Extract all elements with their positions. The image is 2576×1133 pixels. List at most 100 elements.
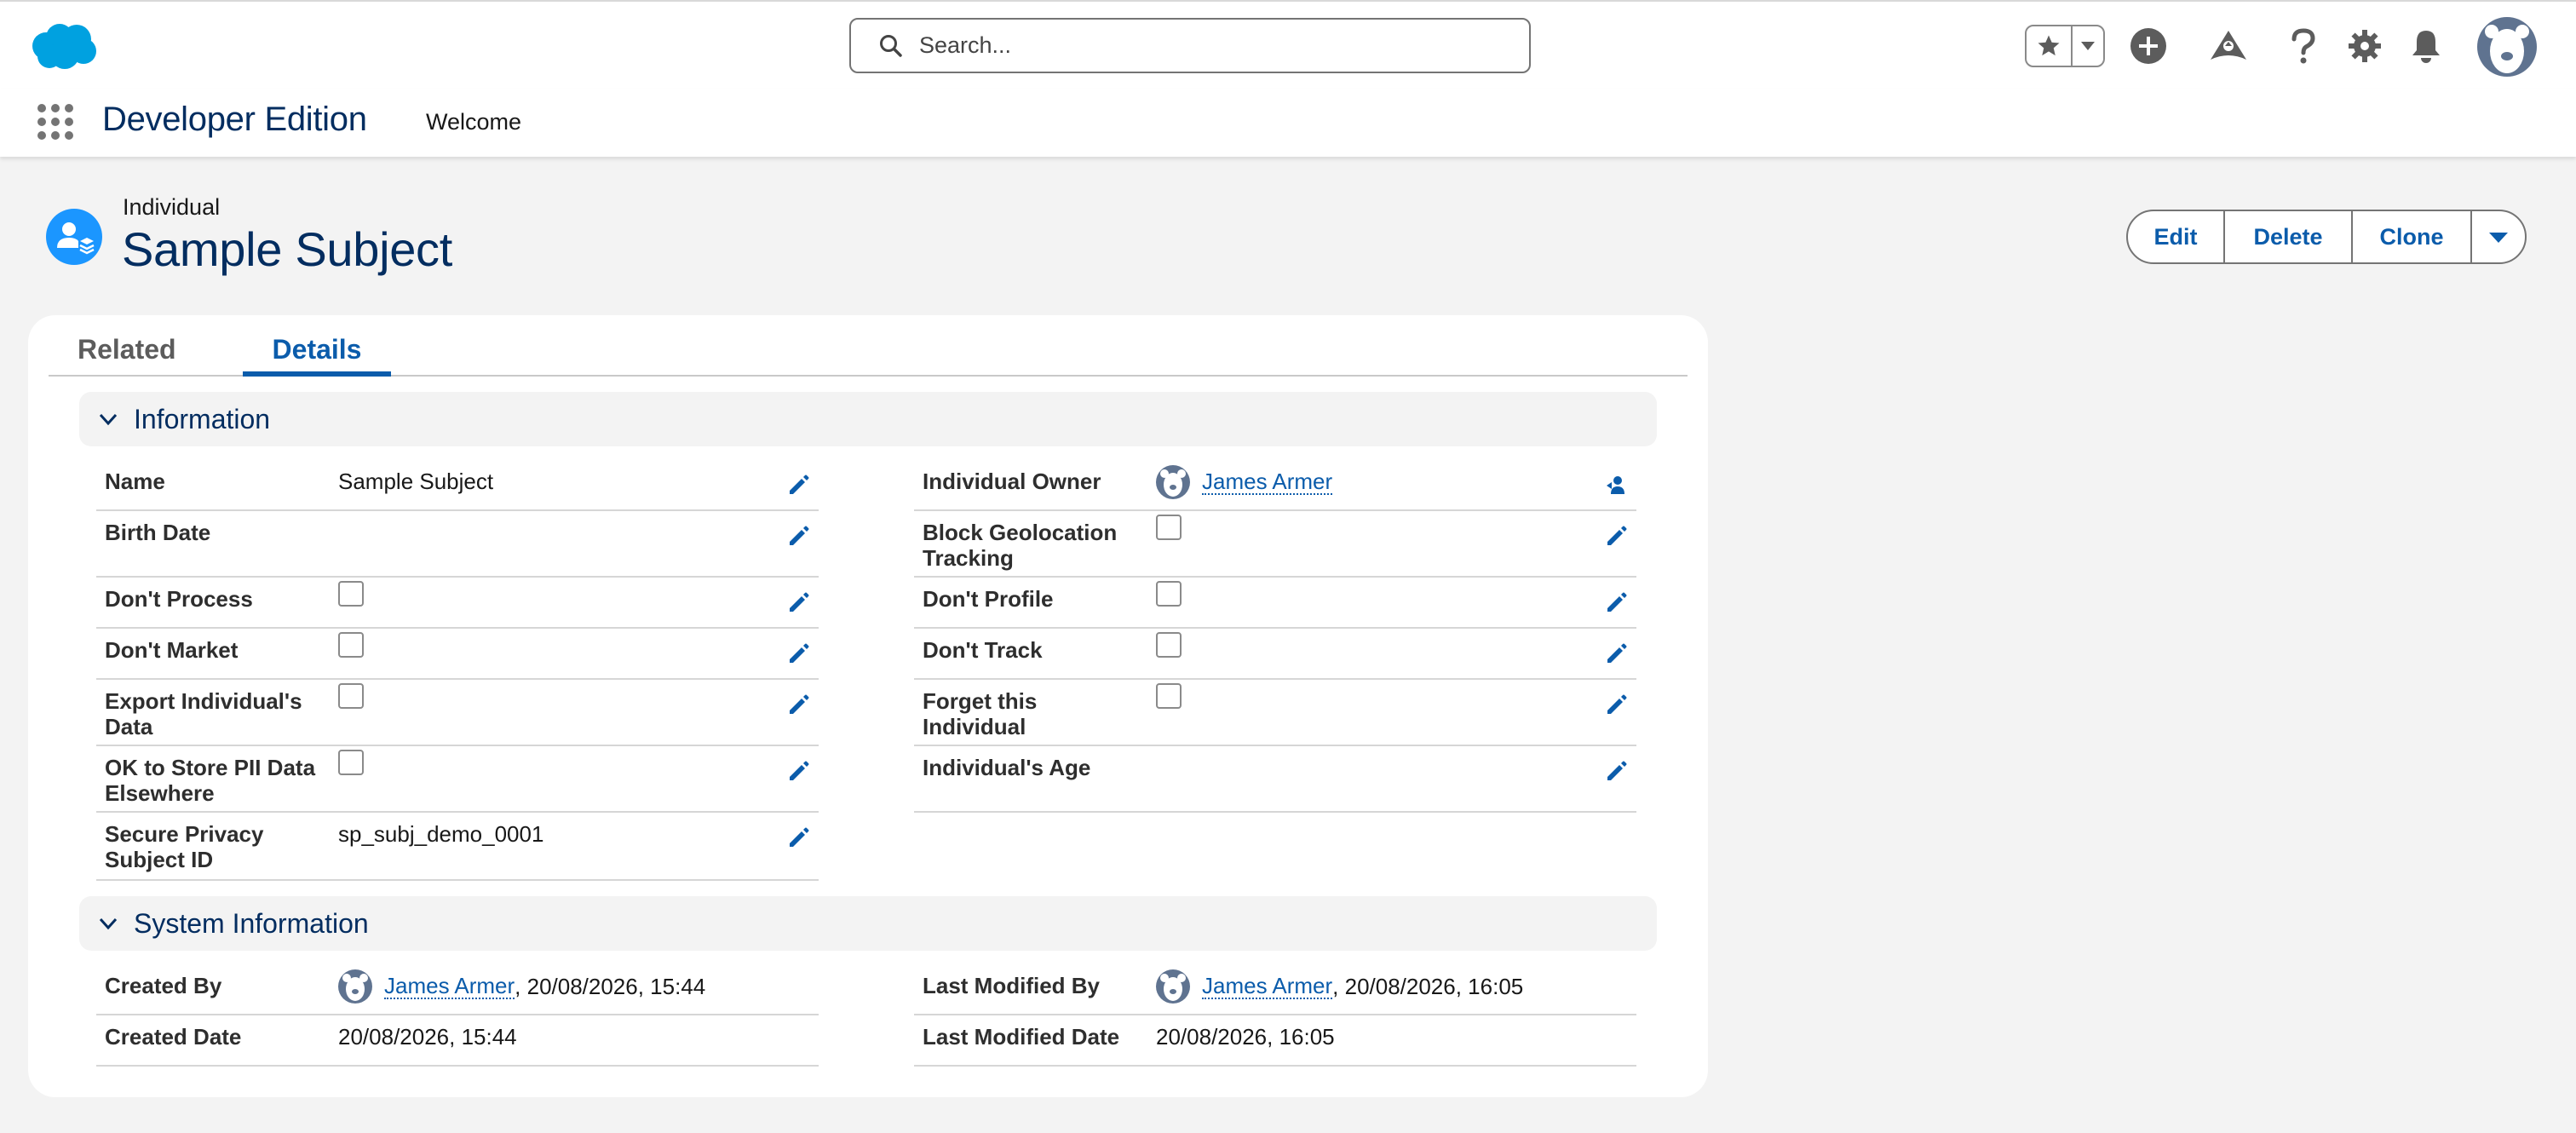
favorites-button[interactable] xyxy=(2027,26,2073,66)
tab-details[interactable]: Details xyxy=(243,334,391,377)
checkbox-block-geolocation xyxy=(1156,515,1182,540)
field-value xyxy=(338,581,364,607)
checkbox-ok-to-store-pii xyxy=(338,750,364,775)
field-individual-owner: Individual Owner James Armer xyxy=(914,460,1636,511)
chevron-down-icon xyxy=(2489,232,2508,243)
delete-button[interactable]: Delete xyxy=(2225,211,2353,262)
help-button[interactable] xyxy=(2283,26,2324,66)
field-created-date: Created Date 20/08/2026, 15:44 xyxy=(96,1015,819,1067)
field-block-geolocation: Block Geolocation Tracking xyxy=(914,511,1636,578)
change-owner-icon[interactable] xyxy=(1604,472,1630,497)
section-system-information-toggle[interactable]: System Information xyxy=(79,896,1657,951)
field-secure-privacy-subject-id: Secure Privacy Subject ID sp_subj_demo_0… xyxy=(96,813,819,881)
clone-button[interactable]: Clone xyxy=(2353,211,2472,262)
edit-pencil-icon[interactable] xyxy=(786,825,812,850)
app-launcher-icon[interactable] xyxy=(36,102,75,141)
field-label: Last Modified By xyxy=(923,973,1101,998)
edit-pencil-icon[interactable] xyxy=(786,472,812,497)
section-information-toggle[interactable]: Information xyxy=(79,392,1657,446)
field-label: Don't Track xyxy=(923,637,1043,663)
created-by-user-link[interactable]: James Armer xyxy=(384,974,515,999)
field-label: Don't Process xyxy=(105,586,253,612)
edit-pencil-icon[interactable] xyxy=(1604,590,1630,615)
field-value xyxy=(338,632,364,658)
app-name: Developer Edition xyxy=(102,101,367,138)
field-last-modified-by: Last Modified By James Armer , 20/08/202… xyxy=(914,964,1636,1015)
field-label: Last Modified Date xyxy=(923,1024,1120,1050)
field-export-individuals-data: Export Individual's Data xyxy=(96,680,819,746)
record-title: Sample Subject xyxy=(122,222,453,276)
user-profile-button[interactable] xyxy=(2477,17,2537,77)
edit-pencil-icon[interactable] xyxy=(1604,758,1630,784)
field-value xyxy=(338,683,364,709)
gear-icon xyxy=(2349,30,2381,62)
global-search[interactable] xyxy=(849,18,1531,73)
field-forget-this-individual: Forget this Individual xyxy=(914,680,1636,746)
last-modified-by-user-link[interactable]: James Armer xyxy=(1202,974,1333,999)
field-label: OK to Store PII Data Elsewhere xyxy=(105,755,316,806)
search-input[interactable] xyxy=(919,32,1498,59)
nav-item-welcome[interactable]: Welcome xyxy=(426,109,521,135)
setup-button[interactable] xyxy=(2344,26,2385,66)
field-value xyxy=(1156,515,1182,540)
field-label: Individual's Age xyxy=(923,755,1091,780)
trailhead-icon xyxy=(2211,31,2246,60)
field-value: Sample Subject xyxy=(338,469,494,494)
field-value: 20/08/2026, 15:44 xyxy=(338,1024,517,1050)
bell-icon xyxy=(2412,31,2440,63)
trailhead-button[interactable] xyxy=(2208,26,2249,66)
field-value xyxy=(1156,683,1182,709)
edit-pencil-icon[interactable] xyxy=(786,641,812,666)
field-value: sp_subj_demo_0001 xyxy=(338,821,544,847)
edit-pencil-icon[interactable] xyxy=(786,590,812,615)
field-label: Birth Date xyxy=(105,520,211,545)
tab-related[interactable]: Related xyxy=(78,334,176,377)
section-title: Information xyxy=(134,403,271,434)
owner-user-link[interactable]: James Armer xyxy=(1202,469,1333,495)
record-tabs: Related Details xyxy=(49,315,1688,377)
created-by-timestamp: , 20/08/2026, 15:44 xyxy=(515,974,706,999)
individual-record-icon xyxy=(46,209,102,265)
field-last-modified-date: Last Modified Date 20/08/2026, 16:05 xyxy=(914,1015,1636,1067)
field-dont-market: Don't Market xyxy=(96,629,819,680)
user-avatar-icon xyxy=(1156,969,1190,1004)
field-created-by: Created By James Armer , 20/08/2026, 15:… xyxy=(96,964,819,1015)
chevron-down-icon xyxy=(99,917,118,930)
field-individuals-age: Individual's Age xyxy=(914,746,1636,813)
field-value: James Armer , 20/08/2026, 15:44 xyxy=(338,969,705,1004)
more-actions-button[interactable] xyxy=(2472,211,2525,262)
edit-pencil-icon[interactable] xyxy=(786,758,812,784)
record-detail-card: Related Details Information Name Sample … xyxy=(28,315,1708,1097)
notifications-button[interactable] xyxy=(2406,26,2447,66)
add-icon xyxy=(2130,28,2166,64)
edit-pencil-icon[interactable] xyxy=(1604,692,1630,717)
global-actions-button[interactable] xyxy=(2128,26,2169,66)
favorites-list-button[interactable] xyxy=(2073,26,2103,66)
field-label: Don't Profile xyxy=(923,586,1054,612)
field-dont-track: Don't Track xyxy=(914,629,1636,680)
field-dont-process: Don't Process xyxy=(96,578,819,629)
field-value: 20/08/2026, 16:05 xyxy=(1156,1024,1335,1050)
field-label: Forget this Individual xyxy=(923,688,1038,739)
user-avatar-icon xyxy=(338,969,372,1004)
edit-pencil-icon[interactable] xyxy=(786,692,812,717)
salesforce-cloud-logo[interactable] xyxy=(27,20,101,72)
record-actions: Edit Delete Clone xyxy=(2126,210,2527,264)
checkbox-dont-market xyxy=(338,632,364,658)
last-modified-timestamp: , 20/08/2026, 16:05 xyxy=(1332,974,1524,999)
field-label: Name xyxy=(105,469,165,494)
field-value xyxy=(1156,632,1182,658)
edit-pencil-icon[interactable] xyxy=(786,523,812,549)
field-label: Individual Owner xyxy=(923,469,1101,494)
help-icon xyxy=(2291,28,2315,64)
edit-pencil-icon[interactable] xyxy=(1604,641,1630,666)
global-header xyxy=(0,0,2576,89)
field-birth-date: Birth Date xyxy=(96,511,819,578)
field-value: James Armer xyxy=(1156,465,1333,499)
edit-pencil-icon[interactable] xyxy=(1604,523,1630,549)
chevron-down-icon xyxy=(2081,42,2095,50)
edit-button[interactable]: Edit xyxy=(2128,211,2225,262)
app-navigation-bar: Developer Edition Welcome xyxy=(0,89,2576,157)
section-title: System Information xyxy=(134,907,369,939)
checkbox-dont-track xyxy=(1156,632,1182,658)
